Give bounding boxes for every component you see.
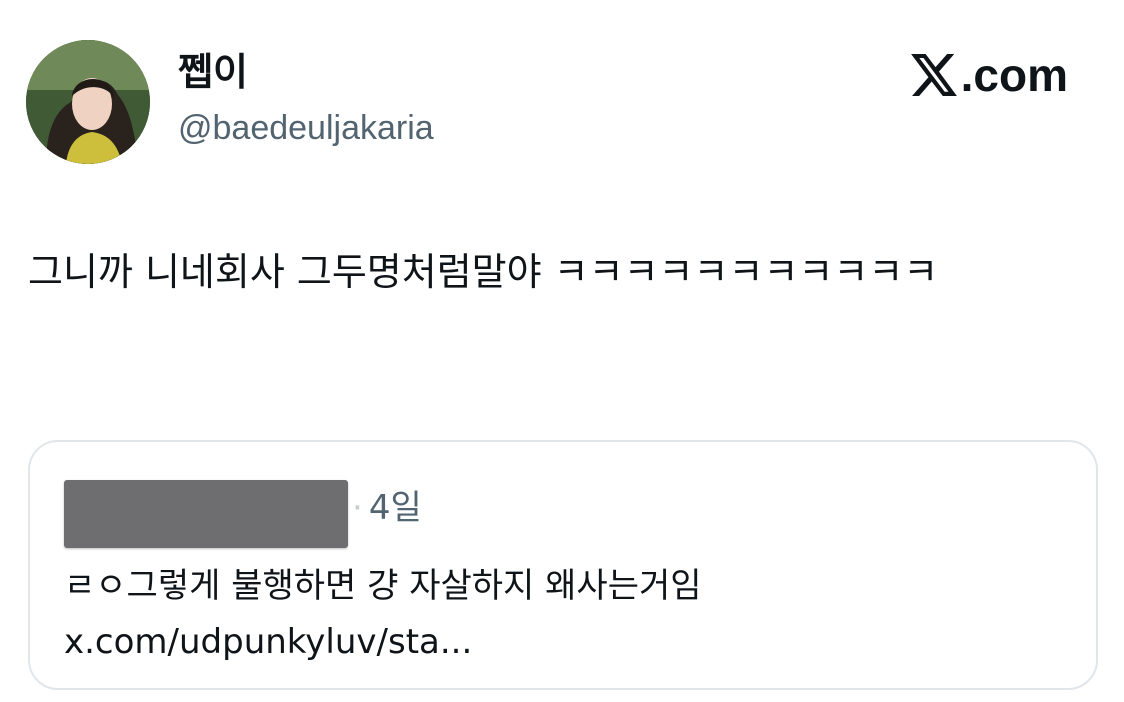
- quoted-tweet-meta: · 4일: [352, 488, 422, 529]
- quoted-tweet-text: ㄹㅇ그렇게 불행하면 걍 자살하지 왜사는거임 x.com/udpunkyluv…: [64, 566, 702, 662]
- brand-logo: .com: [910, 49, 1068, 101]
- meta-separator: ·: [352, 488, 363, 528]
- user-handle[interactable]: @baedeuljakaria: [178, 109, 434, 147]
- quoted-tweet-card[interactable]: · 4일 ㄹㅇ그렇게 불행하면 걍 자살하지 왜사는거임 x.com/udpunk…: [28, 440, 1098, 690]
- tweet-screenshot: 쩹이 @baedeuljakaria .com 그니까 니네회사 그두명처럼말야…: [0, 0, 1124, 702]
- redacted-author: [64, 480, 348, 548]
- quoted-tweet-time[interactable]: 4일: [369, 488, 422, 528]
- x-logo-icon: [910, 54, 957, 96]
- tweet-text: 그니까 니네회사 그두명처럼말야 ㅋㅋㅋㅋㅋㅋㅋㅋㅋㅋㅋ: [28, 250, 939, 294]
- brand-suffix: .com: [960, 49, 1068, 101]
- avatar[interactable]: [26, 40, 150, 164]
- display-name[interactable]: 쩹이: [178, 51, 248, 94]
- profile-photo: [26, 40, 150, 164]
